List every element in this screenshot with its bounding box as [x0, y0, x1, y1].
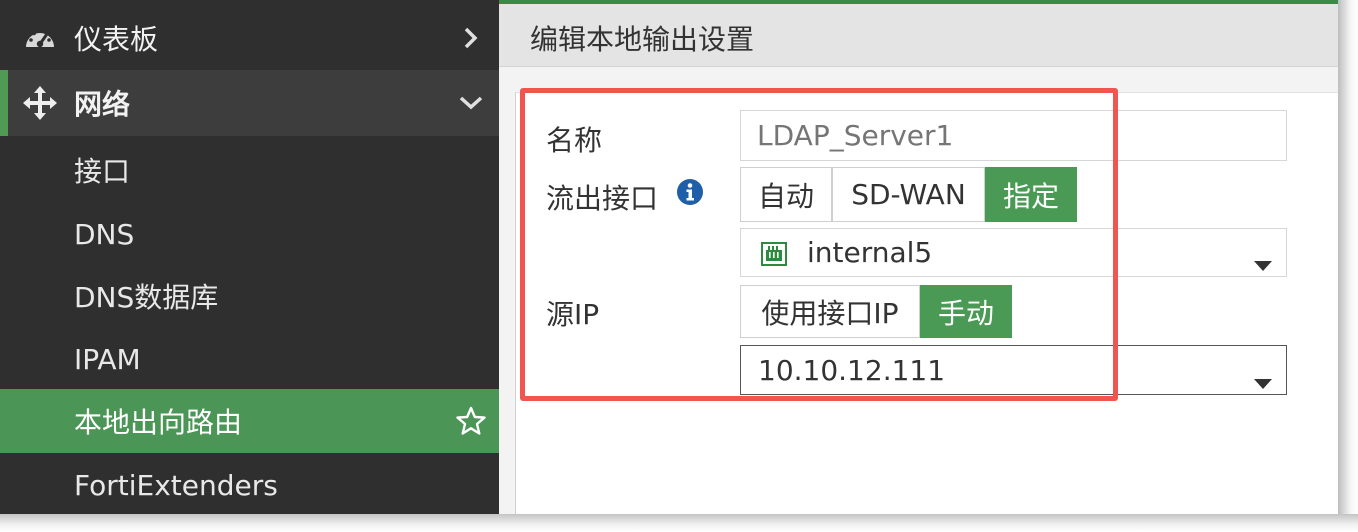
sidebar-item-dashboard[interactable]: 仪表板: [0, 6, 499, 70]
annotation-highlight-box: [520, 88, 1118, 401]
sidebar-item-dns[interactable]: DNS: [0, 202, 499, 266]
drop-shadow-right: [1338, 0, 1358, 532]
sidebar-item-interfaces[interactable]: 接口: [0, 138, 499, 202]
dropdown-arrow-icon: [1253, 246, 1273, 279]
sidebar-item-label: FortiExtenders: [74, 468, 278, 502]
drop-shadow-bottom: [0, 514, 1358, 532]
sidebar-item-dns-database[interactable]: DNS数据库: [0, 264, 499, 328]
sidebar: 仪表板 网络 接口 DNS DNS数据库 IPAM 本地出向路由 FortiEx…: [0, 0, 499, 514]
page-title: 编辑本地输出设置: [530, 23, 755, 56]
sidebar-item-fortiextenders[interactable]: FortiExtenders: [0, 453, 499, 517]
sidebar-item-label: 仪表板: [74, 23, 159, 56]
chevron-right-icon: [456, 23, 486, 53]
sidebar-item-ipam[interactable]: IPAM: [0, 327, 499, 391]
sidebar-item-label: 接口: [74, 155, 131, 188]
sidebar-item-label: DNS: [74, 217, 135, 251]
dashboard-icon: [22, 20, 58, 56]
page-header: 编辑本地输出设置: [499, 4, 1338, 67]
star-icon[interactable]: [456, 406, 486, 436]
arrows-move-icon: [22, 85, 58, 121]
sidebar-item-label: IPAM: [74, 342, 141, 376]
sidebar-item-label: 网络: [74, 88, 131, 121]
dropdown-arrow-icon: [1253, 364, 1273, 397]
sidebar-item-label: DNS数据库: [74, 281, 219, 314]
sidebar-item-network[interactable]: 网络: [0, 70, 499, 136]
chevron-down-icon: [456, 88, 486, 118]
sidebar-item-local-out-routing[interactable]: 本地出向路由: [0, 389, 499, 453]
sidebar-item-label: 本地出向路由: [74, 406, 243, 439]
